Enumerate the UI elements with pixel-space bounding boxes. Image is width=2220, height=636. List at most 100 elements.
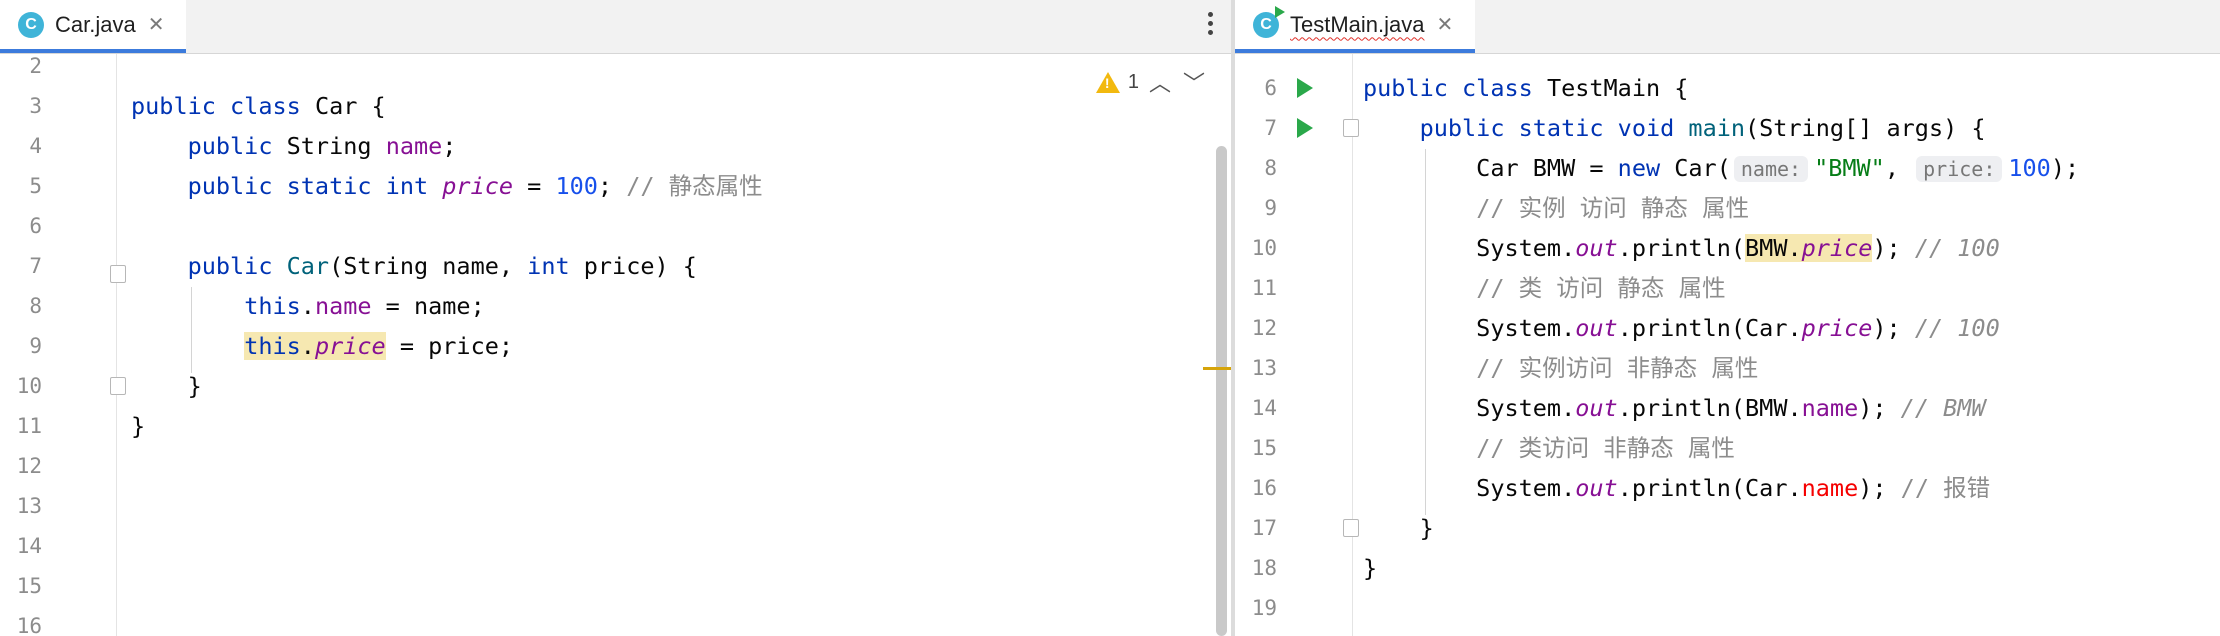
line-number: 19	[1251, 596, 1277, 620]
code-token: out	[1575, 234, 1618, 262]
problems-indicator[interactable]: 1 ︿ ﹀	[1095, 66, 1207, 98]
tab-testmain-java[interactable]: C TestMain.java ✕	[1235, 0, 1476, 53]
code-token: ,	[1884, 154, 1914, 182]
run-gutter-icon[interactable]	[1297, 118, 1313, 138]
code-token: out	[1575, 474, 1618, 502]
code-line[interactable]: // 类 访问 静态 属性	[1363, 268, 1726, 308]
chevron-down-icon[interactable]: ﹀	[1181, 66, 1207, 98]
line-number: 11	[1251, 276, 1277, 300]
line-number: 8	[29, 294, 42, 318]
code-token: this	[244, 332, 301, 360]
code-token: this	[244, 292, 301, 320]
code-token: public class	[1363, 74, 1547, 102]
line-number: 11	[16, 414, 42, 438]
code-line[interactable]: System.out.println(BMW.name); // BMW	[1363, 388, 1985, 428]
code-line[interactable]: // 实例访问 非静态 属性	[1363, 348, 1758, 388]
highlight-marker[interactable]	[1203, 367, 1231, 370]
close-icon[interactable]: ✕	[1437, 12, 1454, 37]
code-token: .println(Car.	[1617, 314, 1802, 342]
line-number: 2	[29, 54, 42, 78]
vertical-scrollbar[interactable]	[1216, 146, 1227, 636]
code-token: ;	[442, 132, 457, 160]
code-token: price	[314, 332, 386, 360]
code-token: // 类 访问 静态 属性	[1476, 274, 1726, 302]
code-token: out	[1575, 314, 1618, 342]
left-tab-bar: C Car.java ✕	[0, 0, 1231, 54]
line-number: 16	[1251, 476, 1277, 500]
code-token: public class	[131, 92, 315, 120]
line-number: 16	[16, 614, 42, 636]
right-tab-bar: C TestMain.java ✕	[1235, 0, 2220, 54]
code-line[interactable]: }	[131, 406, 145, 446]
code-token: (String name,	[329, 252, 528, 280]
code-token: .	[300, 332, 315, 360]
indent-guide	[191, 287, 192, 373]
left-code-area[interactable]: public class Car { public String name; p…	[117, 54, 1231, 636]
code-token: name	[1801, 474, 1859, 502]
code-line[interactable]: }	[1363, 508, 1434, 548]
code-token: Car	[286, 252, 330, 280]
code-token: ;	[597, 172, 627, 200]
code-line[interactable]: public class TestMain {	[1363, 68, 1688, 108]
kebab-menu-icon[interactable]	[1208, 12, 1213, 35]
code-token: System.	[1363, 394, 1576, 422]
code-line[interactable]: }	[1363, 548, 1377, 588]
line-number: 6	[1264, 76, 1277, 100]
code-token: "BMW"	[1814, 154, 1885, 182]
fold-marker-icon[interactable]	[1343, 519, 1359, 537]
code-line[interactable]: public static int price = 100; // 静态属性	[131, 166, 763, 206]
code-line[interactable]: Car BMW = new Car(name: "BMW", price: 100)…	[1363, 148, 2079, 188]
line-number: 6	[29, 214, 42, 238]
code-token: );	[1858, 474, 1901, 502]
line-number: 4	[29, 134, 42, 158]
chevron-up-icon[interactable]: ︿	[1147, 66, 1173, 98]
fold-marker-icon[interactable]	[1343, 119, 1359, 137]
code-line[interactable]: this.price = price;	[131, 326, 513, 366]
line-number: 8	[1264, 156, 1277, 180]
code-token: 100	[555, 172, 598, 200]
code-line[interactable]: System.out.println(Car.name); // 报错	[1363, 468, 1990, 508]
code-token: String	[286, 132, 386, 160]
code-token: // 报错	[1900, 474, 1991, 502]
code-line[interactable]: // 实例 访问 静态 属性	[1363, 188, 1749, 228]
warning-count: 1	[1127, 70, 1139, 93]
close-icon[interactable]: ✕	[148, 12, 165, 37]
indent-guide	[1425, 149, 1426, 515]
code-line[interactable]: System.out.println(Car.price); // 100	[1363, 308, 2000, 348]
code-line[interactable]: System.out.println(BMW.price); // 100	[1363, 228, 2000, 268]
code-line[interactable]: // 类访问 非静态 属性	[1363, 428, 1735, 468]
right-editor-pane: C TestMain.java ✕ 6 7 8 9 10 11 12 13 14 15 16 17 18…	[1235, 0, 2220, 636]
warning-icon	[1095, 71, 1120, 93]
code-token: public	[187, 132, 287, 160]
code-token: price	[1801, 234, 1873, 262]
line-number: 15	[16, 574, 42, 598]
code-token: );	[1872, 234, 1915, 262]
code-token: // 静态属性	[626, 172, 763, 200]
code-token: // 100	[1914, 314, 2000, 342]
line-number: 7	[1264, 116, 1277, 140]
code-line[interactable]: public String name;	[131, 126, 457, 166]
line-number: 10	[16, 374, 42, 398]
code-token: BMW.	[1745, 234, 1802, 262]
code-line[interactable]: public Car(String name, int price) {	[131, 246, 697, 286]
right-code-area[interactable]: public class TestMain { public static vo…	[1363, 54, 2220, 636]
code-token: int	[527, 252, 584, 280]
right-gutter: 6 7 8 9 10 11 12 13 14 15 16 17 18 19	[1235, 54, 1359, 636]
line-number: 15	[1251, 436, 1277, 460]
code-token: }	[1363, 554, 1378, 582]
line-number: 12	[1251, 316, 1277, 340]
line-number: 13	[1251, 356, 1277, 380]
code-token: .println(Car.	[1617, 474, 1802, 502]
code-token: );	[1858, 394, 1901, 422]
code-token: TestMain {	[1546, 74, 1689, 102]
code-line[interactable]: this.name = name;	[131, 286, 485, 326]
code-token: = name;	[371, 292, 485, 320]
code-line[interactable]: public class Car {	[131, 86, 386, 126]
code-line[interactable]: public static void main(String[] args) {	[1363, 108, 1986, 148]
run-gutter-icon[interactable]	[1297, 78, 1313, 98]
